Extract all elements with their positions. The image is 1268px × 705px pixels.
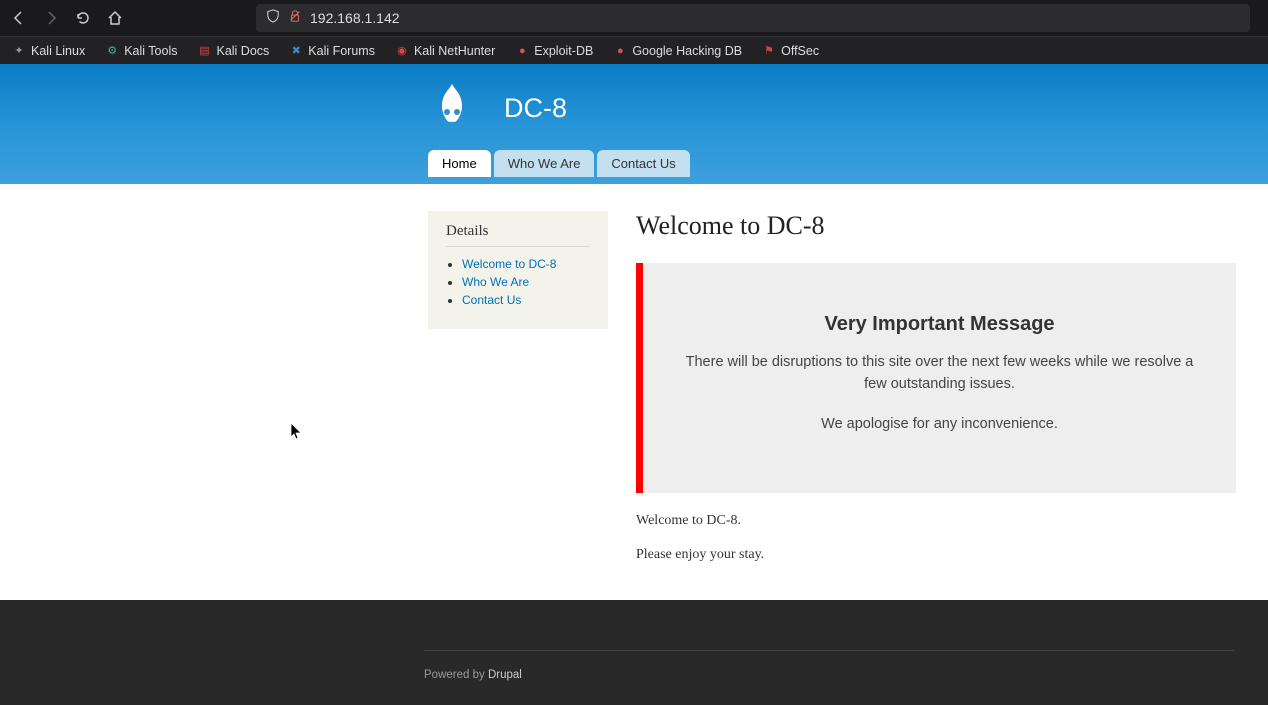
exploitdb-icon: ● <box>515 44 529 58</box>
dragon-icon: ✦ <box>12 44 26 58</box>
tab-who-we-are[interactable]: Who We Are <box>494 150 595 177</box>
back-button[interactable] <box>8 7 30 29</box>
bookmark-kali-forums[interactable]: ✖ Kali Forums <box>283 42 381 60</box>
docs-icon: ▤ <box>197 44 211 58</box>
footer-prefix: Powered by <box>424 669 488 681</box>
bookmark-kali-tools[interactable]: ⚙ Kali Tools <box>99 42 183 60</box>
reload-button[interactable] <box>72 7 94 29</box>
bookmark-label: Exploit-DB <box>534 44 593 58</box>
bookmark-offsec[interactable]: ⚑ OffSec <box>756 42 825 60</box>
sidebar-link-contact[interactable]: Contact Us <box>462 293 521 307</box>
footer-drupal-link[interactable]: Drupal <box>488 669 522 681</box>
bookmarks-bar: ✦ Kali Linux ⚙ Kali Tools ▤ Kali Docs ✖ … <box>0 36 1268 64</box>
bookmark-kali-docs[interactable]: ▤ Kali Docs <box>191 42 275 60</box>
main-content: Welcome to DC-8 Very Important Message T… <box>636 211 1236 581</box>
url-bar[interactable]: 192.168.1.142 <box>256 4 1250 32</box>
bookmark-label: Kali Forums <box>308 44 375 58</box>
browser-toolbar: 192.168.1.142 <box>0 0 1268 36</box>
bookmark-kali-nethunter[interactable]: ◉ Kali NetHunter <box>389 42 501 60</box>
list-item: Who We Are <box>462 275 590 289</box>
tab-home[interactable]: Home <box>428 150 491 177</box>
bookmark-exploit-db[interactable]: ● Exploit-DB <box>509 42 599 60</box>
bookmark-label: Google Hacking DB <box>632 44 742 58</box>
alert-text-2: We apologise for any inconvenience. <box>673 414 1206 436</box>
primary-nav: Home Who We Are Contact Us <box>428 150 1268 177</box>
url-text: 192.168.1.142 <box>310 10 1240 26</box>
bookmark-kali-linux[interactable]: ✦ Kali Linux <box>6 42 91 60</box>
sidebar-heading: Details <box>446 223 590 247</box>
sidebar-link-who[interactable]: Who We Are <box>462 275 529 289</box>
body-paragraph: Welcome to DC-8. <box>636 513 1236 529</box>
forums-icon: ✖ <box>289 44 303 58</box>
alert-box: Very Important Message There will be dis… <box>636 263 1236 493</box>
bookmark-label: Kali Linux <box>31 44 85 58</box>
bookmark-ghdb[interactable]: ● Google Hacking DB <box>607 42 748 60</box>
drupal-logo-icon[interactable] <box>424 80 480 136</box>
alert-text-1: There will be disruptions to this site o… <box>673 352 1206 396</box>
lock-icon <box>288 9 302 28</box>
tab-contact-us[interactable]: Contact Us <box>597 150 689 177</box>
sidebar-link-welcome[interactable]: Welcome to DC-8 <box>462 257 556 271</box>
alert-heading: Very Important Message <box>673 313 1206 336</box>
offsec-icon: ⚑ <box>762 44 776 58</box>
list-item: Contact Us <box>462 293 590 307</box>
nethunter-icon: ◉ <box>395 44 409 58</box>
forward-button[interactable] <box>40 7 62 29</box>
bookmark-label: Kali Docs <box>216 44 269 58</box>
tools-icon: ⚙ <box>105 44 119 58</box>
site-title[interactable]: DC-8 <box>504 93 567 124</box>
site-footer: Powered by Drupal <box>0 600 1268 705</box>
body-paragraph: Please enjoy your stay. <box>636 547 1236 563</box>
page-title: Welcome to DC-8 <box>636 211 1236 241</box>
sidebar-details: Details Welcome to DC-8 Who We Are Conta… <box>428 211 608 329</box>
ghdb-icon: ● <box>613 44 627 58</box>
mouse-cursor-icon <box>290 422 304 445</box>
list-item: Welcome to DC-8 <box>462 257 590 271</box>
bookmark-label: Kali Tools <box>124 44 177 58</box>
bookmark-label: Kali NetHunter <box>414 44 495 58</box>
home-button[interactable] <box>104 7 126 29</box>
shield-icon <box>266 9 280 28</box>
site-header: DC-8 Home Who We Are Contact Us <box>0 64 1268 184</box>
bookmark-label: OffSec <box>781 44 819 58</box>
